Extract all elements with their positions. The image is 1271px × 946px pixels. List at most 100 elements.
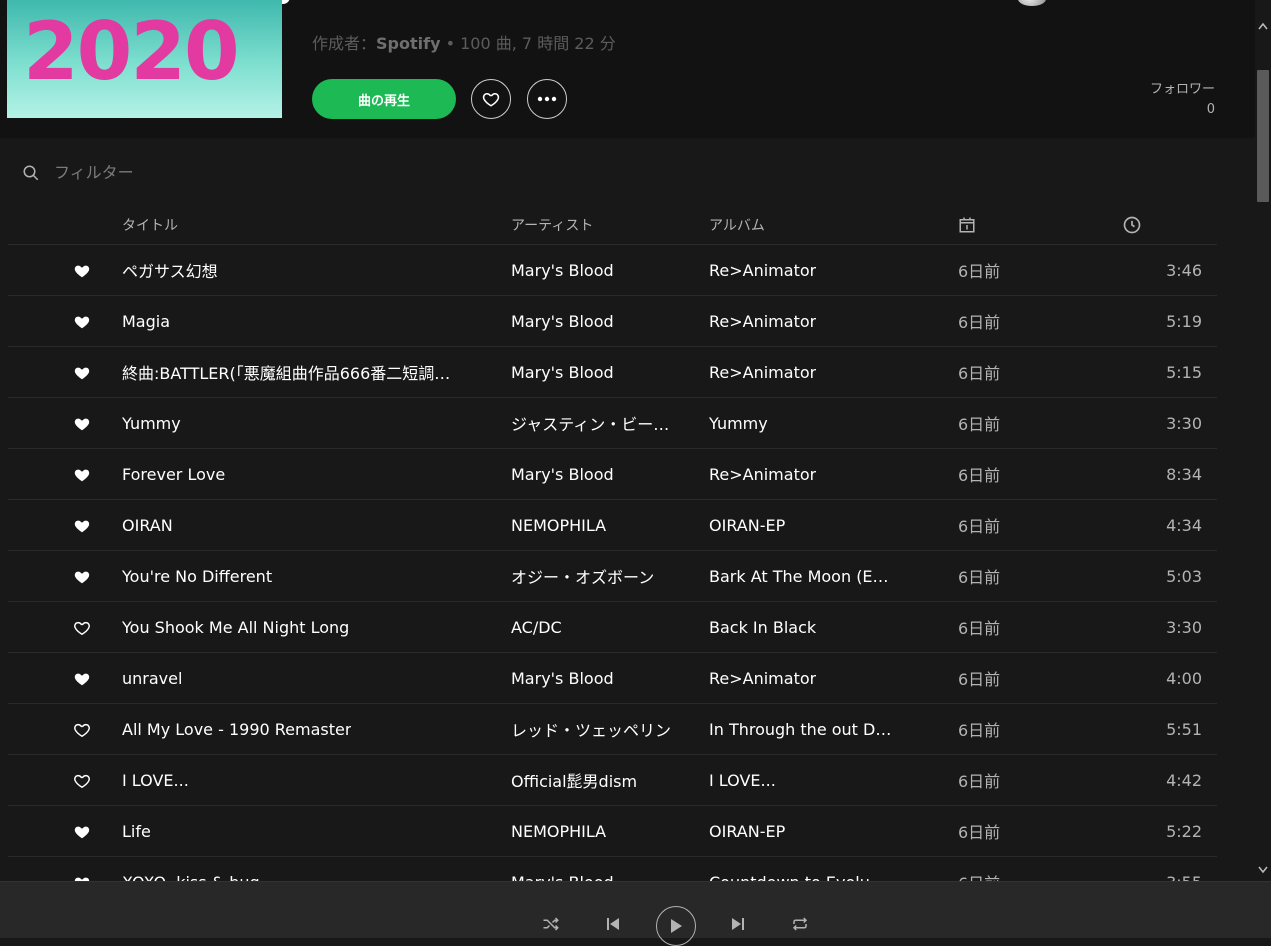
- followers-label: フォロワー: [1149, 82, 1215, 97]
- track-title: Yummy: [122, 413, 181, 433]
- track-title: You Shook Me All Night Long: [122, 617, 350, 637]
- track-artist[interactable]: オジー・オズボーン: [511, 551, 691, 601]
- track-added: 6日前: [958, 262, 1001, 281]
- more-options-button[interactable]: [527, 79, 567, 119]
- column-artist[interactable]: アーティスト: [511, 205, 691, 244]
- filter-bar: [22, 162, 356, 183]
- track-artist[interactable]: AC/DC: [511, 602, 691, 652]
- scroll-thumb[interactable]: [1257, 70, 1269, 202]
- scroll-up-icon[interactable]: [1258, 22, 1268, 32]
- track-table: タイトル アーティスト アルバム ペガサス幻想 Mary's Blood Re>An…: [8, 205, 1217, 908]
- player-play-button[interactable]: [656, 906, 696, 946]
- track-album[interactable]: Re>Animator: [709, 653, 899, 703]
- track-artist[interactable]: NEMOPHILA: [511, 806, 691, 856]
- heart-filled-icon[interactable]: [70, 398, 94, 448]
- heart-filled-icon[interactable]: [70, 449, 94, 499]
- heart-outline-icon[interactable]: [70, 755, 94, 805]
- track-album[interactable]: Re>Animator: [709, 245, 899, 295]
- playlist-owner[interactable]: Spotify: [376, 34, 441, 53]
- track-row[interactable]: OIRAN NEMOPHILA OIRAN-EP 6日前 4:34: [8, 500, 1217, 551]
- track-title: Life: [122, 821, 151, 841]
- track-artist[interactable]: NEMOPHILA: [511, 500, 691, 550]
- track-title: ペガサス幻想: [122, 262, 218, 281]
- track-added: 6日前: [958, 721, 1001, 740]
- track-added: 6日前: [958, 517, 1001, 536]
- track-duration: 3:46: [1166, 260, 1202, 280]
- track-added: 6日前: [958, 313, 1001, 332]
- track-list: ペガサス幻想 Mary's Blood Re>Animator 6日前 3:46 Magi…: [8, 245, 1217, 908]
- shuffle-button[interactable]: [541, 914, 561, 934]
- track-row[interactable]: Magia Mary's Blood Re>Animator 6日前 5:19: [8, 296, 1217, 347]
- track-duration: 5:03: [1166, 566, 1202, 586]
- clock-icon: [1123, 216, 1141, 233]
- track-artist[interactable]: Mary's Blood: [511, 296, 691, 346]
- track-row[interactable]: ペガサス幻想 Mary's Blood Re>Animator 6日前 3:46: [8, 245, 1217, 296]
- track-album[interactable]: I LOVE...: [709, 755, 899, 805]
- player-bar: [0, 881, 1271, 946]
- track-added: 6日前: [958, 364, 1001, 383]
- track-album[interactable]: Re>Animator: [709, 449, 899, 499]
- track-title: unravel: [122, 668, 183, 688]
- track-row[interactable]: Life NEMOPHILA OIRAN-EP 6日前 5:22: [8, 806, 1217, 857]
- column-album[interactable]: アルバム: [709, 205, 899, 244]
- scroll-down-icon[interactable]: [1258, 866, 1268, 876]
- play-button[interactable]: 曲の再生: [312, 79, 456, 119]
- playlist-meta: 作成者：Spotify • 100 曲, 7 時間 22 分: [312, 30, 616, 54]
- heart-filled-icon[interactable]: [70, 500, 94, 550]
- column-title[interactable]: タイトル: [122, 205, 492, 244]
- track-artist[interactable]: レッド・ツェッペリン: [511, 704, 691, 754]
- track-album[interactable]: Re>Animator: [709, 347, 899, 397]
- track-artist[interactable]: Mary's Blood: [511, 245, 691, 295]
- filter-input[interactable]: [52, 162, 356, 183]
- like-playlist-button[interactable]: [471, 79, 511, 119]
- track-album[interactable]: Yummy: [709, 398, 899, 448]
- heart-outline-icon[interactable]: [70, 602, 94, 652]
- column-added[interactable]: [958, 205, 1038, 244]
- track-artist[interactable]: Mary's Blood: [511, 449, 691, 499]
- heart-filled-icon[interactable]: [70, 245, 94, 295]
- track-album[interactable]: In Through the out D…: [709, 704, 899, 754]
- track-row[interactable]: Yummy ジャスティン・ビー… Yummy 6日前 3:30: [8, 398, 1217, 449]
- track-album[interactable]: Back In Black: [709, 602, 899, 652]
- track-added: 6日前: [958, 619, 1001, 638]
- more-icon: [537, 96, 557, 102]
- column-duration[interactable]: [1122, 205, 1202, 244]
- heart-filled-icon[interactable]: [70, 653, 94, 703]
- track-row[interactable]: unravel Mary's Blood Re>Animator 6日前 4:00: [8, 653, 1217, 704]
- next-button[interactable]: [728, 914, 748, 934]
- track-row[interactable]: All My Love - 1990 Remaster レッド・ツェッペリン In …: [8, 704, 1217, 755]
- track-artist[interactable]: ジャスティン・ビー…: [511, 398, 691, 448]
- track-album[interactable]: OIRAN-EP: [709, 806, 899, 856]
- track-added: 6日前: [958, 466, 1001, 485]
- track-album[interactable]: OIRAN-EP: [709, 500, 899, 550]
- track-title: You're No Different: [122, 566, 273, 586]
- track-album[interactable]: Re>Animator: [709, 296, 899, 346]
- track-row[interactable]: You're No Different オジー・オズボーン Bark At The …: [8, 551, 1217, 602]
- repeat-icon: [792, 917, 808, 931]
- track-duration: 8:34: [1166, 464, 1202, 484]
- track-row[interactable]: Forever Love Mary's Blood Re>Animator 6日前 8:…: [8, 449, 1217, 500]
- track-artist[interactable]: Mary's Blood: [511, 653, 691, 703]
- track-row[interactable]: You Shook Me All Night Long AC/DC Back In …: [8, 602, 1217, 653]
- heart-filled-icon[interactable]: [70, 347, 94, 397]
- followers-block: フォロワー 0: [1150, 80, 1215, 120]
- user-avatar[interactable]: [1018, 0, 1046, 6]
- heart-filled-icon[interactable]: [70, 296, 94, 346]
- heart-outline-icon[interactable]: [70, 704, 94, 754]
- track-row[interactable]: I LOVE... Official髭男dism I LOVE... 6日前 4:42: [8, 755, 1217, 806]
- repeat-button[interactable]: [790, 914, 810, 934]
- heart-filled-icon[interactable]: [70, 806, 94, 856]
- heart-filled-icon[interactable]: [70, 551, 94, 601]
- previous-button[interactable]: [603, 914, 623, 934]
- track-title: OIRAN: [122, 515, 173, 535]
- track-row[interactable]: 終曲:BATTLER(「悪魔組曲作品666番二短調… Mary's Blood Re…: [8, 347, 1217, 398]
- meta-prefix: 作成者：: [312, 34, 377, 53]
- track-artist[interactable]: Mary's Blood: [511, 347, 691, 397]
- track-duration: 3:30: [1166, 617, 1202, 637]
- play-icon: [671, 919, 682, 933]
- track-artist[interactable]: Official髭男dism: [511, 755, 691, 805]
- track-album[interactable]: Bark At The Moon (E…: [709, 551, 899, 601]
- track-duration: 4:00: [1166, 668, 1202, 688]
- track-duration: 5:19: [1166, 311, 1202, 331]
- scrollbar[interactable]: [1255, 0, 1271, 881]
